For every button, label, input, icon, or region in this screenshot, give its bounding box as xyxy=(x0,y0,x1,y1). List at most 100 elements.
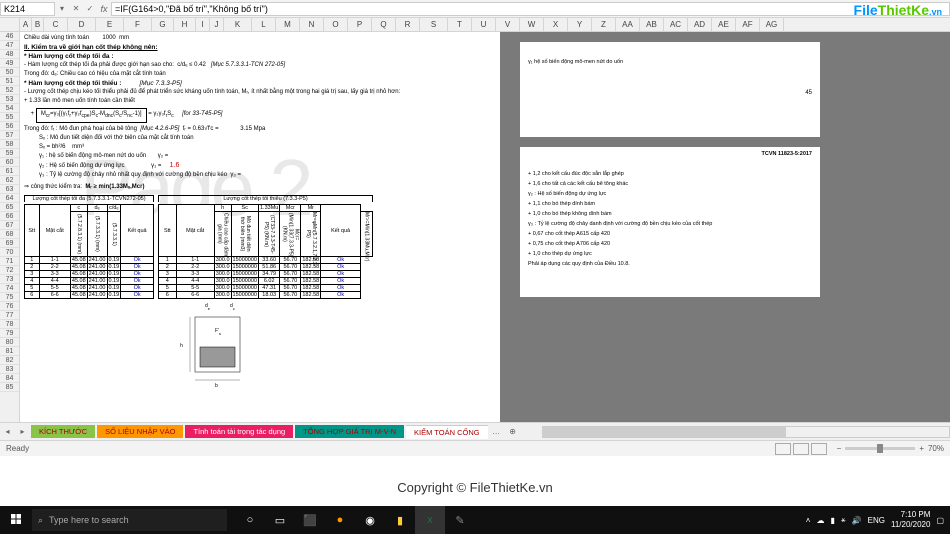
cloud-icon[interactable]: ☁ xyxy=(816,516,824,525)
sheet-tab[interactable]: KÍCH THƯỚC xyxy=(31,425,95,438)
column-header[interactable]: W xyxy=(520,18,544,31)
row-header[interactable]: 77 xyxy=(0,311,19,320)
start-button[interactable] xyxy=(0,513,32,527)
row-header[interactable]: 82 xyxy=(0,356,19,365)
column-header[interactable]: C xyxy=(44,18,68,31)
zoom-slider[interactable] xyxy=(845,447,915,450)
row-header[interactable]: 67 xyxy=(0,221,19,230)
column-header[interactable]: AC xyxy=(664,18,688,31)
cancel-icon[interactable]: ✕ xyxy=(69,4,83,13)
column-header[interactable]: R xyxy=(396,18,420,31)
clock[interactable]: 7:10 PM 11/20/2020 xyxy=(891,510,930,530)
page-layout-view-icon[interactable] xyxy=(793,443,809,455)
row-header[interactable]: 51 xyxy=(0,77,19,86)
column-header[interactable]: Y xyxy=(568,18,592,31)
app-icon[interactable]: ✎ xyxy=(445,506,475,534)
row-header[interactable]: 53 xyxy=(0,95,19,104)
column-header[interactable]: H xyxy=(174,18,196,31)
row-header[interactable]: 70 xyxy=(0,248,19,257)
column-header[interactable]: N xyxy=(300,18,324,31)
column-header[interactable]: F xyxy=(124,18,152,31)
fx-icon[interactable]: fx xyxy=(97,4,111,14)
row-header[interactable]: 73 xyxy=(0,275,19,284)
row-header[interactable]: 54 xyxy=(0,104,19,113)
tab-nav-prev-icon[interactable]: ▸ xyxy=(15,427,30,436)
row-header[interactable]: 71 xyxy=(0,257,19,266)
worksheet-right-preview[interactable]: γ₁ hệ số biến động mô-men nứt do uốn 45 … xyxy=(500,32,950,422)
column-header[interactable]: M xyxy=(276,18,300,31)
sheet-tab[interactable]: Tính toán tải trọng tác dụng xyxy=(185,425,293,438)
row-header[interactable]: 68 xyxy=(0,230,19,239)
row-header[interactable]: 81 xyxy=(0,347,19,356)
zoom-level[interactable]: 70% xyxy=(928,444,944,453)
notifications-icon[interactable]: ▢ xyxy=(936,516,944,525)
chrome-icon[interactable]: ◉ xyxy=(355,506,385,534)
folder-icon[interactable]: ▮ xyxy=(385,506,415,534)
app-icon[interactable]: ⬛ xyxy=(295,506,325,534)
name-box[interactable] xyxy=(0,2,55,16)
taskbar-search[interactable]: ⌕ Type here to search xyxy=(32,509,227,531)
row-header[interactable]: 75 xyxy=(0,293,19,302)
sheet-tab-active[interactable]: KIỂM TOÁN CỐNG xyxy=(406,425,488,439)
wifi-icon[interactable]: ⚹ xyxy=(841,515,846,525)
row-header[interactable]: 46 xyxy=(0,32,19,41)
column-header[interactable]: I xyxy=(196,18,210,31)
select-all-corner[interactable] xyxy=(0,18,20,31)
sheet-tab[interactable]: SỐ LIỆU NHẬP VÀO xyxy=(97,425,183,438)
zoom-out-icon[interactable]: − xyxy=(837,444,842,453)
excel-icon[interactable]: x xyxy=(415,506,445,534)
column-header[interactable]: J xyxy=(210,18,224,31)
row-header[interactable]: 64 xyxy=(0,194,19,203)
tray-chevron-icon[interactable]: ˄ xyxy=(806,516,811,525)
row-header[interactable]: 60 xyxy=(0,158,19,167)
row-header[interactable]: 56 xyxy=(0,122,19,131)
column-header[interactable]: AD xyxy=(688,18,712,31)
row-header[interactable]: 72 xyxy=(0,266,19,275)
column-header[interactable]: D xyxy=(68,18,96,31)
row-header[interactable]: 83 xyxy=(0,365,19,374)
sheet-tab[interactable]: TỔNG HỢP GIÁ TRỊ M-V-N xyxy=(295,425,404,438)
column-header[interactable]: K xyxy=(224,18,252,31)
row-header[interactable]: 85 xyxy=(0,383,19,392)
row-header[interactable]: 74 xyxy=(0,284,19,293)
column-header[interactable]: P xyxy=(348,18,372,31)
worksheet-left[interactable]: Page 2 Chiều dài vùng tính toán 1000 mm … xyxy=(20,32,500,422)
row-header[interactable]: 52 xyxy=(0,86,19,95)
volume-icon[interactable]: 🔊 xyxy=(852,516,862,525)
column-header[interactable]: AF xyxy=(736,18,760,31)
formula-input[interactable] xyxy=(111,2,950,16)
row-header[interactable]: 62 xyxy=(0,176,19,185)
column-header[interactable]: L xyxy=(252,18,276,31)
row-header[interactable]: 48 xyxy=(0,50,19,59)
row-header[interactable]: 58 xyxy=(0,140,19,149)
column-header[interactable]: Z xyxy=(592,18,616,31)
page-break-view-icon[interactable] xyxy=(811,443,827,455)
column-header[interactable]: AA xyxy=(616,18,640,31)
row-header[interactable]: 69 xyxy=(0,239,19,248)
zoom-in-icon[interactable]: + xyxy=(919,444,924,453)
row-header[interactable]: 63 xyxy=(0,185,19,194)
row-header[interactable]: 84 xyxy=(0,374,19,383)
row-header[interactable]: 59 xyxy=(0,149,19,158)
horizontal-scrollbar[interactable] xyxy=(542,426,950,438)
row-header[interactable]: 66 xyxy=(0,212,19,221)
normal-view-icon[interactable] xyxy=(775,443,791,455)
column-header[interactable]: O xyxy=(324,18,348,31)
column-header[interactable]: U xyxy=(472,18,496,31)
name-dropdown-icon[interactable]: ▾ xyxy=(55,4,69,13)
row-header[interactable]: 55 xyxy=(0,113,19,122)
row-header[interactable]: 57 xyxy=(0,131,19,140)
column-header[interactable]: V xyxy=(496,18,520,31)
enter-icon[interactable]: ✓ xyxy=(83,4,97,13)
row-header[interactable]: 80 xyxy=(0,338,19,347)
column-header[interactable]: X xyxy=(544,18,568,31)
row-header[interactable]: 65 xyxy=(0,203,19,212)
row-header[interactable]: 79 xyxy=(0,329,19,338)
row-header[interactable]: 76 xyxy=(0,302,19,311)
zoom-thumb[interactable] xyxy=(877,444,883,453)
row-header[interactable]: 78 xyxy=(0,320,19,329)
column-header[interactable]: AB xyxy=(640,18,664,31)
column-header[interactable]: G xyxy=(152,18,174,31)
column-header[interactable]: S xyxy=(420,18,448,31)
column-header[interactable]: Q xyxy=(372,18,396,31)
